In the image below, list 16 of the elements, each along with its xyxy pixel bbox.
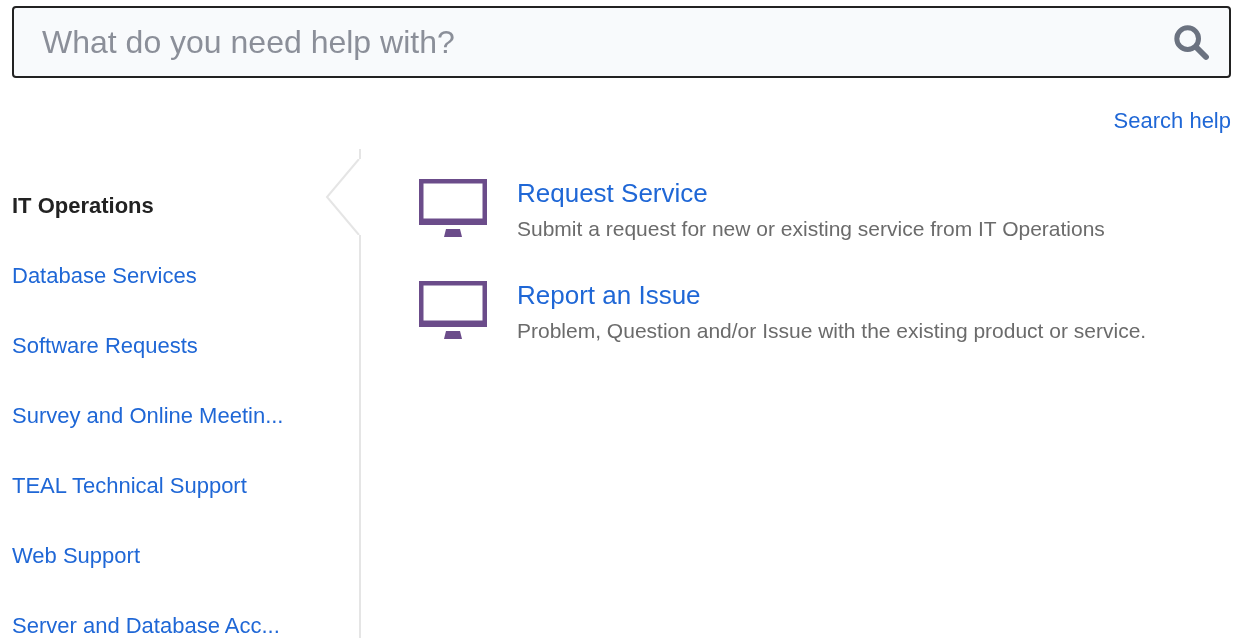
category-item[interactable]: Database Services	[12, 263, 197, 288]
category-item[interactable]: IT Operations	[12, 193, 154, 218]
request-type-description: Problem, Question and/or Issue with the existing product or service.	[517, 318, 1148, 344]
category-item[interactable]: Web Support	[12, 543, 140, 568]
category-item[interactable]: Survey and Online Meetin...	[12, 403, 284, 428]
search-icon[interactable]	[1171, 22, 1211, 62]
monitor-icon	[419, 179, 487, 239]
category-item[interactable]: TEAL Technical Support	[12, 473, 247, 498]
category-item[interactable]: Software Requests	[12, 333, 198, 358]
search-help-link[interactable]: Search help	[1113, 104, 1231, 137]
search-field[interactable]: What do you need help with?	[12, 6, 1231, 78]
request-type-link[interactable]: Report an Issue	[517, 277, 1177, 313]
monitor-icon	[419, 281, 487, 341]
request-type-description: Submit a request for new or existing service from IT Operations	[517, 216, 1106, 242]
request-type-link[interactable]: Request Service	[517, 175, 1177, 211]
category-item[interactable]: Server and Database Acc...	[12, 613, 280, 638]
